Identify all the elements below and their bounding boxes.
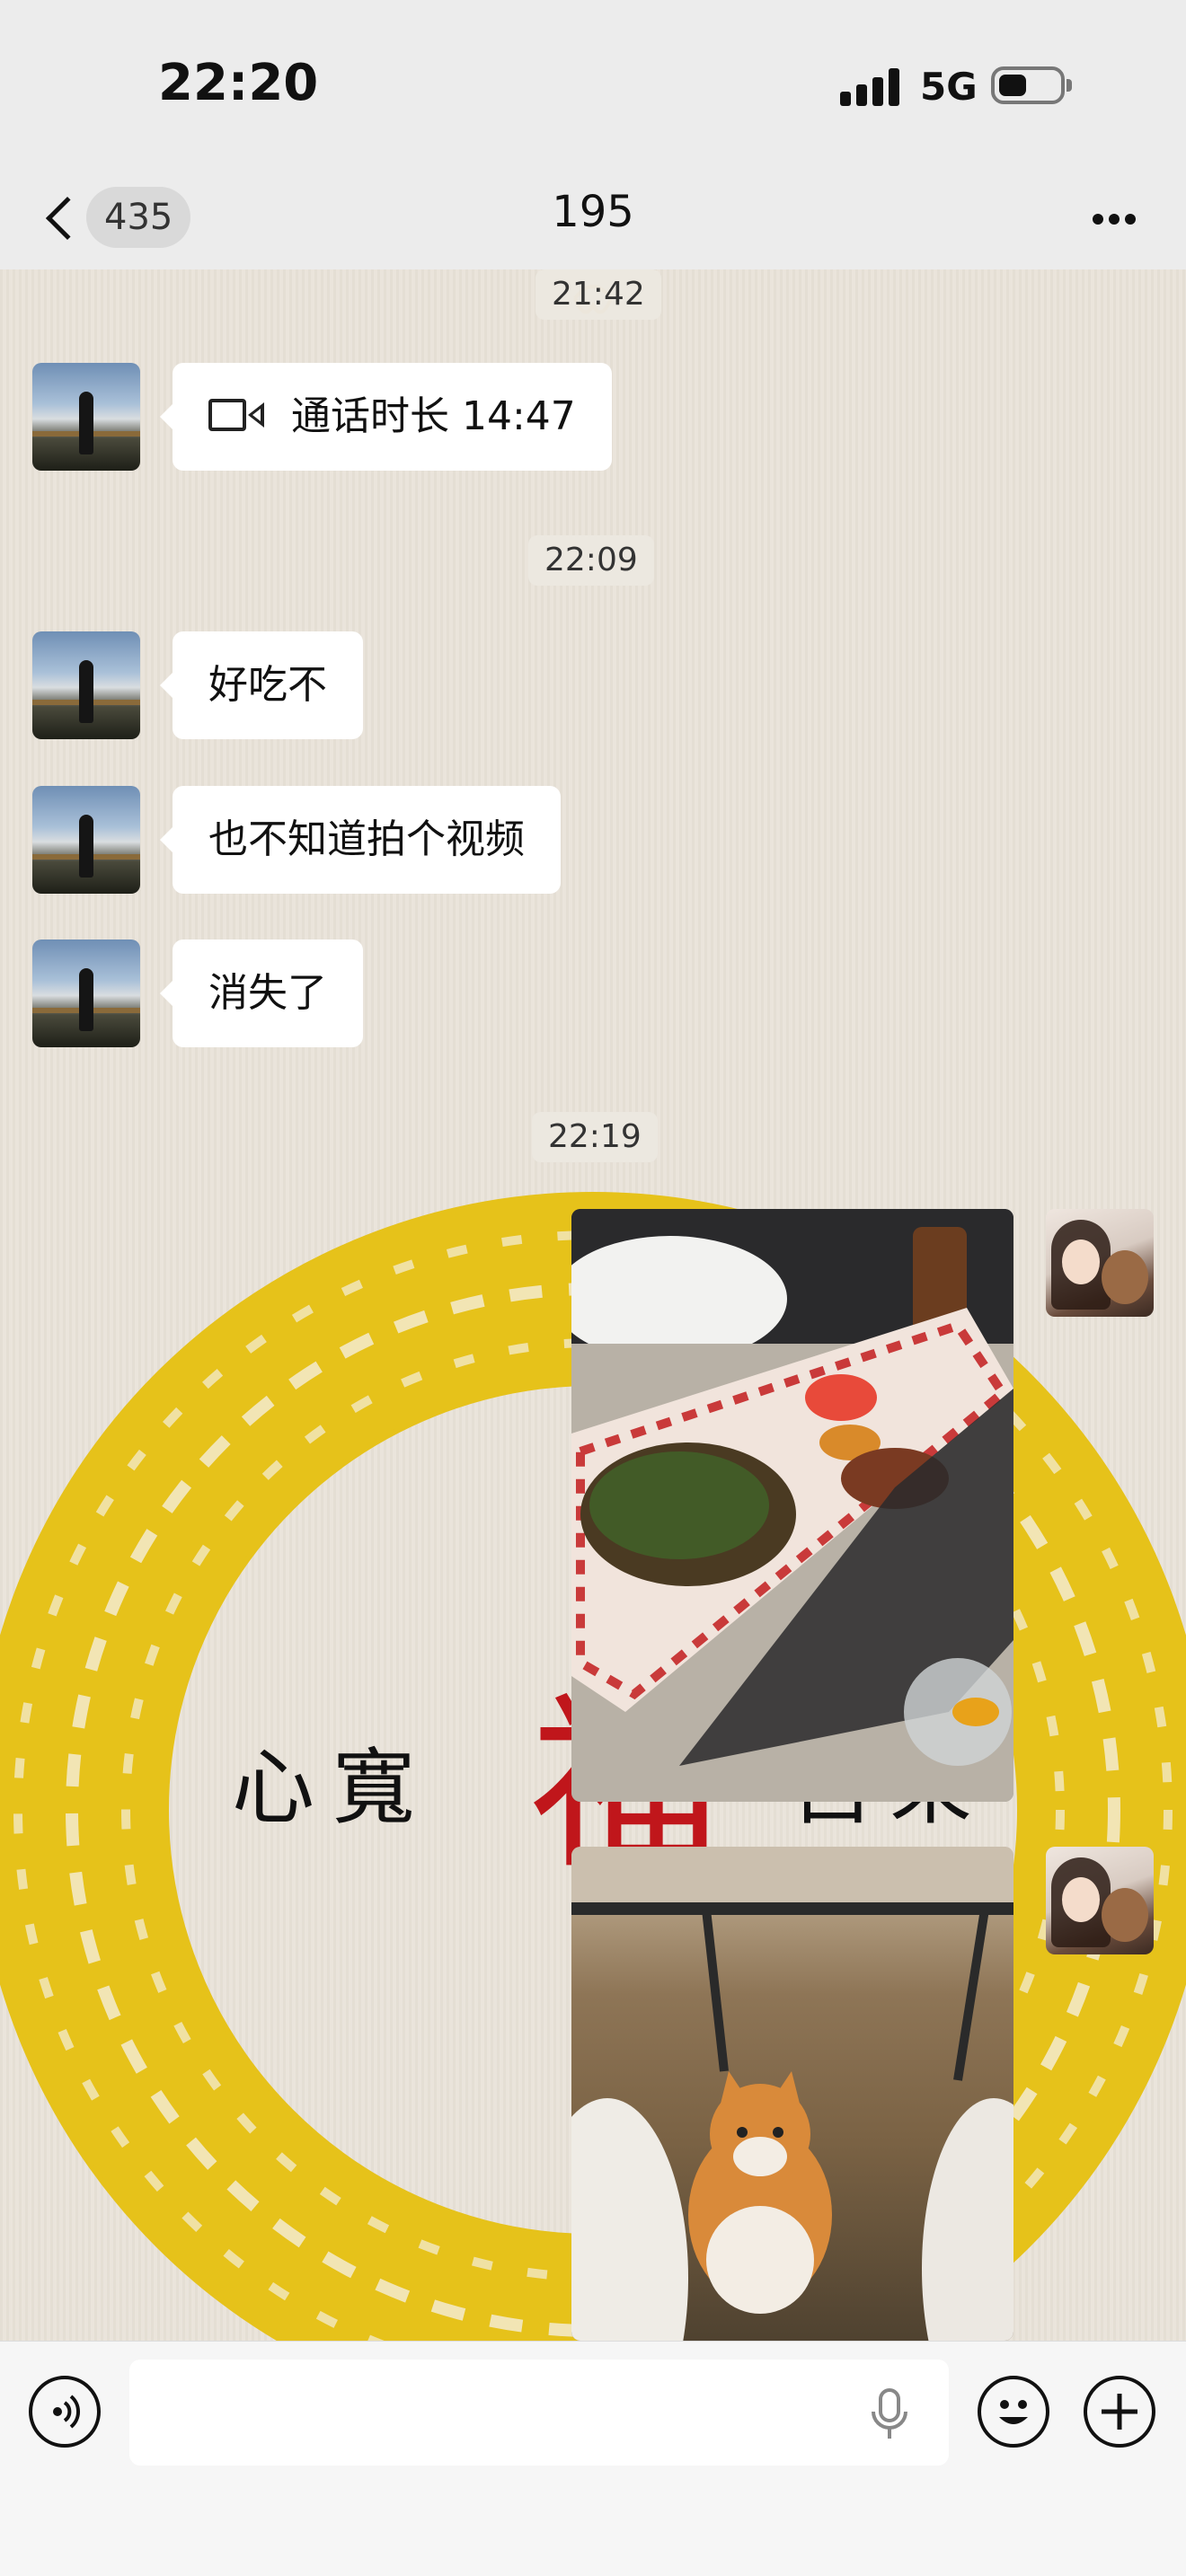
my-avatar[interactable]	[1046, 1209, 1154, 1317]
voice-mode-button[interactable]	[29, 2376, 101, 2448]
text-message[interactable]: 也不知道拍个视频	[160, 786, 561, 894]
video-call-icon	[208, 397, 266, 433]
plus-icon	[1102, 2394, 1137, 2430]
chat-header: 435 195	[0, 171, 1186, 269]
wallpaper-char-1: 心	[232, 1740, 314, 1836]
video-call-message[interactable]: 通话时长 14:47	[160, 363, 612, 471]
signal-icon	[840, 66, 901, 106]
back-button[interactable]: 435	[36, 180, 198, 260]
status-time: 22:20	[158, 54, 319, 112]
cat-photo-message[interactable]	[571, 1847, 1013, 2341]
unread-badge: 435	[86, 187, 191, 248]
emoji-button[interactable]	[978, 2376, 1049, 2448]
message-input[interactable]	[129, 2360, 949, 2466]
back-chevron-icon	[45, 196, 90, 241]
status-bar: 22:20 5G	[0, 0, 1186, 171]
message-timestamp: 21:42	[535, 269, 661, 320]
battery-icon	[991, 66, 1072, 104]
voice-mode-icon	[53, 2395, 81, 2429]
chat-input-bar	[0, 2341, 1186, 2576]
network-label: 5G	[920, 65, 978, 109]
text-message[interactable]: 消失了	[160, 940, 363, 1047]
my-avatar[interactable]	[1046, 1847, 1154, 1954]
mic-icon[interactable]	[868, 2388, 911, 2440]
contact-avatar[interactable]	[32, 940, 140, 1047]
chat-screen: 22:20 5G 435 195 心 寬 21:42 通话时长 14:47 22…	[0, 0, 1186, 2576]
emoji-icon	[999, 2400, 1028, 2424]
chat-title: 195	[552, 187, 634, 237]
food-photo-icon	[571, 1209, 1013, 1802]
message-timestamp: 22:19	[532, 1112, 658, 1162]
contact-avatar[interactable]	[32, 631, 140, 739]
text-message[interactable]: 好吃不	[160, 631, 363, 739]
call-duration-text: 通话时长 14:47	[291, 393, 576, 439]
wallpaper-char-2: 寬	[332, 1740, 415, 1836]
message-timestamp: 22:09	[528, 535, 654, 586]
message-list[interactable]: 心 寬 福 自 來 21:42 通话时长 14:47 22:09 好吃不 也不知…	[0, 269, 1186, 2341]
contact-avatar[interactable]	[32, 363, 140, 471]
plus-button[interactable]	[1084, 2376, 1155, 2448]
more-options-button[interactable]	[1078, 198, 1150, 243]
contact-avatar[interactable]	[32, 786, 140, 894]
cat-photo-icon	[571, 1847, 1013, 2341]
food-photo-message[interactable]	[571, 1209, 1013, 1802]
